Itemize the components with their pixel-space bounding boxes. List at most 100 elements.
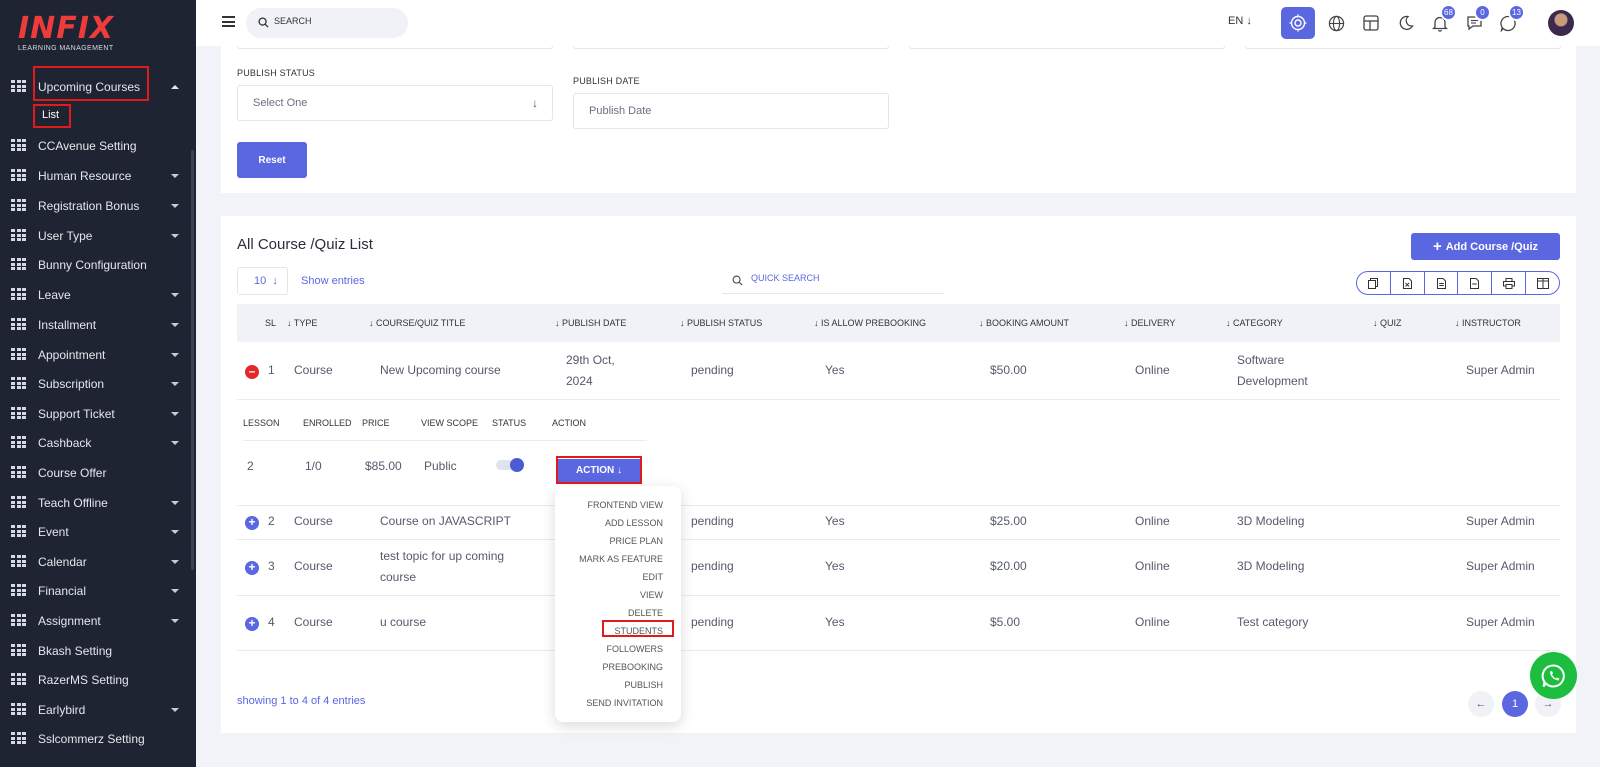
menu-item-frontend-view[interactable]: FRONTEND VIEW xyxy=(588,500,664,510)
row3-type: Course xyxy=(294,559,333,573)
publish-status-select[interactable]: Select One ↓ xyxy=(237,85,553,121)
status-toggle[interactable] xyxy=(496,458,524,472)
menu-item-prebooking[interactable]: PREBOOKING xyxy=(602,662,663,672)
menu-item-mark-as-feature[interactable]: MARK AS FEATURE xyxy=(579,554,663,564)
column-header[interactable]: ↓ DELIVERY xyxy=(1124,318,1175,328)
copy-button[interactable] xyxy=(1357,272,1391,294)
avatar[interactable] xyxy=(1548,10,1574,36)
menu-item-edit[interactable]: EDIT xyxy=(642,572,663,582)
sidebar-item-bunny-configuration[interactable]: Bunny Configuration xyxy=(0,250,192,280)
whatsapp-chat-button[interactable]: 13 xyxy=(1491,4,1525,39)
sidebar-item-event[interactable]: Event xyxy=(0,517,192,547)
row3-amount: $20.00 xyxy=(990,559,1027,573)
sidebar-item-registration-bonus[interactable]: Registration Bonus xyxy=(0,191,192,221)
chip-icon xyxy=(1289,14,1307,32)
publish-status-value: Select One xyxy=(253,97,308,109)
column-header[interactable]: ↓ CATEGORY xyxy=(1226,318,1283,328)
menu-item-add-lesson[interactable]: ADD LESSON xyxy=(605,518,663,528)
expand-row-button[interactable]: + xyxy=(245,561,259,575)
sidebar-item-teach-offline[interactable]: Teach Offline xyxy=(0,488,192,518)
row-divider xyxy=(237,595,1560,596)
dark-mode-button[interactable] xyxy=(1389,7,1423,39)
column-header[interactable]: ↓ PUBLISH STATUS xyxy=(680,318,762,328)
sidebar-item-subscription[interactable]: Subscription xyxy=(0,369,192,399)
sidebar-item-cashback[interactable]: Cashback xyxy=(0,428,192,458)
sidebar-subitem-list[interactable]: List xyxy=(42,109,59,121)
quick-search[interactable] xyxy=(722,266,944,294)
sidebar-item-razerms-setting[interactable]: RazerMS Setting xyxy=(0,665,192,695)
publish-date-field[interactable]: Publish Date xyxy=(573,93,889,129)
sidebar-item-financial[interactable]: Financial xyxy=(0,576,192,606)
column-header[interactable]: ↓ IS ALLOW PREBOOKING xyxy=(814,318,926,328)
sidebar-item-label: Course Offer xyxy=(38,466,107,480)
sidebar-item-sslcommerz-setting[interactable]: Sslcommerz Setting xyxy=(0,724,192,754)
print-button[interactable] xyxy=(1492,272,1527,294)
sidebar-item-ccavenue-setting[interactable]: CCAvenue Setting xyxy=(0,131,192,161)
expand-row-button[interactable]: + xyxy=(245,617,259,631)
brand-logo[interactable]: INFIX LEARNING MANAGEMENT xyxy=(0,0,196,60)
columns-button[interactable] xyxy=(1526,272,1559,294)
grid-icon xyxy=(11,139,26,152)
column-header[interactable]: ↓ BOOKING AMOUNT xyxy=(979,318,1069,328)
column-header[interactable]: ↓ COURSE/QUIZ TITLE xyxy=(369,318,465,328)
sidebar-item-course-offer[interactable]: Course Offer xyxy=(0,458,192,488)
caret-down-icon xyxy=(171,293,179,297)
layout-button[interactable] xyxy=(1354,7,1388,39)
search-box[interactable] xyxy=(246,8,408,38)
column-header[interactable]: ↓ TYPE xyxy=(287,318,317,328)
entries-info: showing 1 to 4 of 4 entries xyxy=(237,695,366,707)
grid-icon xyxy=(11,258,26,271)
whatsapp-float-button[interactable] xyxy=(1530,652,1577,699)
sidebar-item-installment[interactable]: Installment xyxy=(0,310,192,340)
sort-arrow-icon: ↓ xyxy=(680,318,688,328)
column-header[interactable]: SL xyxy=(265,318,276,328)
sidebar-item-assignment[interactable]: Assignment xyxy=(0,606,192,636)
messages-badge: 0 xyxy=(1474,4,1491,21)
menu-item-send-invitation[interactable]: SEND INVITATION xyxy=(586,698,663,708)
add-course-button[interactable]: + Add Course /Quiz xyxy=(1411,233,1560,260)
column-header[interactable]: ↓ INSTRUCTOR xyxy=(1455,318,1521,328)
menu-item-view[interactable]: VIEW xyxy=(640,590,663,600)
sidebar-item-leave[interactable]: Leave xyxy=(0,280,192,310)
menu-item-publish[interactable]: PUBLISH xyxy=(624,680,663,690)
sidebar-item-label: Teach Offline xyxy=(38,496,108,510)
sidebar-item-appointment[interactable]: Appointment xyxy=(0,340,192,370)
pdf-button[interactable] xyxy=(1458,272,1493,294)
entries-select[interactable]: 10 ↓ xyxy=(237,267,288,295)
notifications-button[interactable]: 68 xyxy=(1423,4,1457,39)
sidebar-item-human-resource[interactable]: Human Resource xyxy=(0,161,192,191)
excel-button[interactable] xyxy=(1391,272,1425,294)
menu-item-delete[interactable]: DELETE xyxy=(628,608,663,618)
brand-name: INFIX xyxy=(18,11,115,46)
filter-field-edge xyxy=(909,46,1225,49)
reset-button[interactable]: Reset xyxy=(237,142,307,178)
sidebar-item-support-ticket[interactable]: Support Ticket xyxy=(0,399,192,429)
messages-button[interactable]: 0 xyxy=(1457,4,1491,39)
language-select[interactable]: EN ↓ xyxy=(1228,15,1252,27)
prev-page-button[interactable]: ← xyxy=(1468,691,1494,717)
collapse-row-button[interactable]: – xyxy=(245,365,259,379)
quick-search-input[interactable] xyxy=(751,273,921,283)
menu-item-followers[interactable]: FOLLOWERS xyxy=(606,644,663,654)
search-input[interactable] xyxy=(274,16,394,26)
column-header-label: CATEGORY xyxy=(1233,318,1283,328)
dashboard-chip-button[interactable] xyxy=(1281,7,1315,39)
menu-item-price-plan[interactable]: PRICE PLAN xyxy=(609,536,663,546)
page-1-button[interactable]: 1 xyxy=(1502,691,1528,717)
globe-button[interactable] xyxy=(1319,7,1353,39)
column-header[interactable]: ↓ PUBLISH DATE xyxy=(555,318,626,328)
sidebar-item-label: Installment xyxy=(38,318,97,332)
csv-button[interactable] xyxy=(1425,272,1459,294)
sidebar-item-user-type[interactable]: User Type xyxy=(0,221,192,251)
sidebar-item-earlybird[interactable]: Earlybird xyxy=(0,695,192,725)
caret-down-icon xyxy=(171,174,179,178)
sidebar-item-label: CCAvenue Setting xyxy=(38,139,137,153)
expand-row-button[interactable]: + xyxy=(245,516,259,530)
sidebar-item-calendar[interactable]: Calendar xyxy=(0,547,192,577)
grid-icon xyxy=(11,614,26,627)
caret-down-icon xyxy=(171,412,179,416)
menu-icon[interactable] xyxy=(222,16,235,27)
sidebar-item-bkash-setting[interactable]: Bkash Setting xyxy=(0,636,192,666)
sidebar-item-label: Human Resource xyxy=(38,169,132,183)
column-header[interactable]: ↓ QUIZ xyxy=(1373,318,1402,328)
